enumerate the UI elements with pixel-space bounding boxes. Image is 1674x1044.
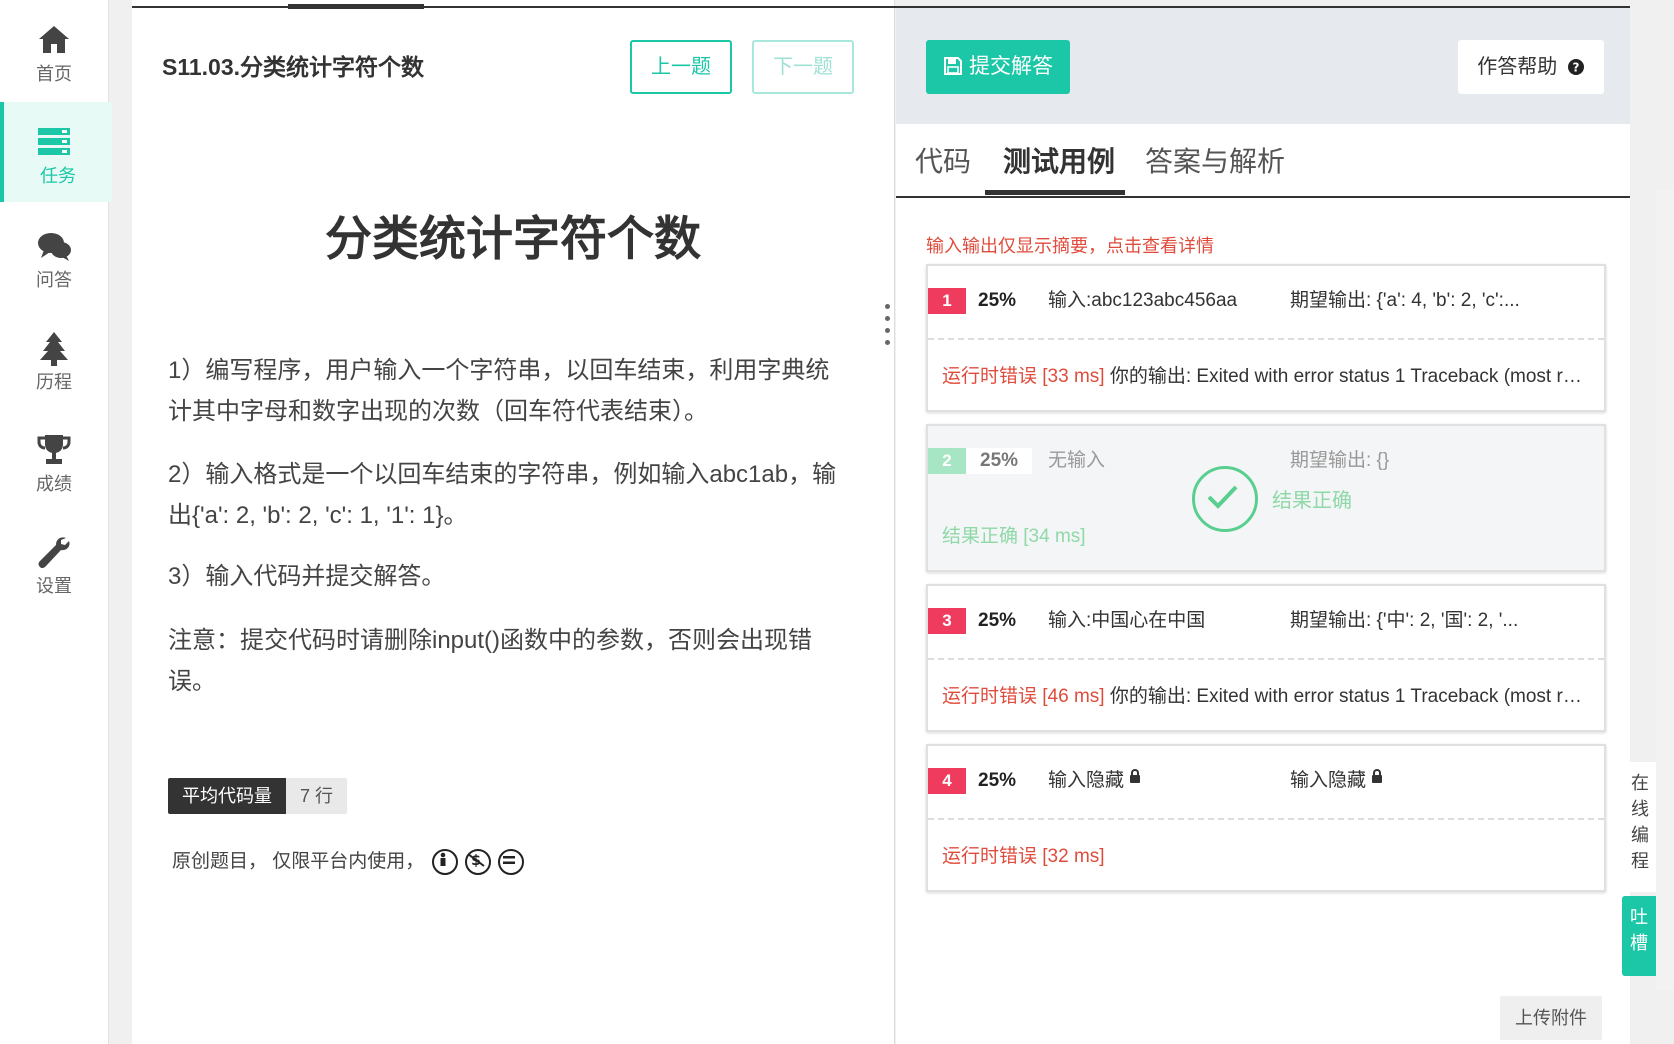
case-number: 4 [928,768,966,794]
question-circle-icon: ? [1567,59,1584,75]
nav-item-tasks[interactable]: 任务 [0,102,112,202]
case-weight: 25% [978,290,1017,311]
case-status: 运行时错误 [32 ms] [942,846,1105,867]
svg-text:?: ? [1572,61,1579,75]
nav-item-settings[interactable]: 设置 [0,512,108,612]
trophy-icon [37,435,71,464]
splitter-dot[interactable] [885,328,890,333]
submit-label: 提交解答 [969,55,1053,78]
case-divider [928,658,1604,660]
case-expected-hidden: 输入隐藏 [1290,768,1590,794]
nav-label: 历程 [36,372,72,392]
case-number: 3 [928,608,966,634]
nav-item-qa[interactable]: 问答 [0,206,108,306]
case-divider [928,818,1604,820]
case-result: 运行时错误 [33 ms] 你的输出: Exited with error st… [942,364,1588,390]
case-number: 1 [928,288,966,314]
online-coding-button[interactable]: 在线编程 [1624,762,1656,892]
problem-heading: 分类统计字符个数 [325,212,701,265]
problem-paragraph: 注意：提交代码时请删除input()函数中的参数，否则会出现错误。 [168,627,813,695]
nav-item-history[interactable]: 历程 [0,308,108,408]
save-icon [944,57,962,75]
cc-by-icon [431,848,458,875]
case-input: 无输入 [1048,450,1106,471]
lock-icon [1372,768,1383,783]
help-label: 作答帮助 [1477,56,1558,78]
test-case-card[interactable]: 1 25% 输入:abc123abc456aa 期望输出: {'a': 4, '… [926,264,1606,412]
splitter-dot[interactable] [885,316,890,321]
tree-icon [40,332,68,366]
case-input: 输入:abc123abc456aa [1048,290,1238,311]
feedback-button[interactable]: 吐槽 [1622,896,1656,976]
chat-icon [38,233,71,261]
case-weight: 25% [978,610,1017,631]
license-line: 原创题目， 仅限平台内使用， $ [172,846,525,875]
problem-paragraph: 3）输入代码并提交解答。 [168,563,446,590]
tasks-icon [38,128,70,155]
case-status: 运行时错误 [46 ms] [942,686,1105,707]
online-coding-label: 在线编程 [1631,773,1649,871]
tab-code[interactable]: 代码 [915,138,971,194]
nav-item-scores[interactable]: 成绩 [0,410,108,510]
answer-help-button[interactable]: 作答帮助 ? [1458,40,1604,94]
next-problem-button[interactable]: 下一题 [752,40,854,94]
case-ok-label: 结果正确 [1272,490,1352,512]
case-expected: 期望输出: {'a': 4, 'b': 2, 'c':... [1290,290,1520,311]
side-nav: 首页 任务 问答 历程 成绩 设置 [0,0,112,1044]
case-number: 2 [928,448,966,474]
cc-nd-icon [498,848,525,875]
active-tab-indicator [985,190,1125,195]
scrollbar[interactable] [1656,190,1674,990]
case-result: 运行时错误 [32 ms] [942,844,1588,870]
avg-code-label: 平均代码量 [168,778,286,814]
prev-problem-button[interactable]: 上一题 [630,40,732,94]
nav-label: 首页 [36,64,72,84]
test-summary-notice[interactable]: 输入输出仅显示摘要，点击查看详情 [926,232,1214,258]
check-circle-icon [1192,466,1258,532]
tab-test-cases[interactable]: 测试用例 [1003,138,1115,194]
case-divider [928,338,1604,340]
lock-icon [1130,768,1141,783]
nav-label: 成绩 [36,474,72,494]
case-weight: 25% [978,770,1017,791]
case-weight: 25% [966,448,1033,474]
cc-nc-icon: $ [464,848,491,875]
nav-label: 设置 [36,576,72,596]
nav-item-home[interactable]: 首页 [0,0,108,100]
tabs-divider [896,196,1630,198]
avg-code-value: 7 行 [286,778,348,814]
case-expected: 期望输出: {'中': 2, '国': 2, '... [1290,610,1519,631]
wrench-icon [38,537,70,569]
test-case-card[interactable]: 4 25% 输入隐藏 输入隐藏 运行时错误 [32 ms] [926,744,1606,892]
splitter-dot[interactable] [885,304,890,309]
license-text: 原创题目， 仅限平台内使用， [172,851,425,872]
problem-paragraph: 2）输入格式是一个以回车结束的字符串，例如输入abc1ab，输出{'a': 2,… [168,461,837,529]
case-input: 输入:中国心在中国 [1048,610,1206,631]
top-tab-indicator [288,4,424,9]
home-icon [39,26,69,53]
splitter-dot[interactable] [885,340,890,345]
problem-title: S11.03.分类统计字符个数 [162,54,425,80]
tab-answer-analysis[interactable]: 答案与解析 [1145,138,1285,194]
case-expected: 期望输出: {} [1290,450,1390,471]
nav-label: 问答 [36,270,72,290]
test-case-card[interactable]: 2 25% 无输入 期望输出: {} 结果正确 [34 ms] 结果正确 [926,424,1606,572]
submit-answer-button[interactable]: 提交解答 [926,40,1070,94]
case-output: 你的输出: Exited with error status 1 Traceba… [1109,366,1588,387]
case-status: 运行时错误 [33 ms] [942,366,1105,387]
case-input-hidden: 输入隐藏 [1048,768,1141,794]
problem-paragraph: 1）编写程序，用户输入一个字符串，以回车结束，利用字典统计其中字母和数字出现的次… [168,357,830,425]
case-result: 运行时错误 [46 ms] 你的输出: Exited with error st… [942,684,1588,710]
feedback-label: 吐槽 [1630,907,1648,953]
case-output: 你的输出: Exited with error status 1 Traceba… [1109,686,1588,707]
test-case-card[interactable]: 3 25% 输入:中国心在中国 期望输出: {'中': 2, '国': 2, '… [926,584,1606,732]
case-expected: 输入隐藏 [1290,770,1367,791]
upload-attachment-button[interactable]: 上传附件 [1500,996,1602,1040]
case-input: 输入隐藏 [1048,770,1125,791]
nav-label: 任务 [40,166,76,186]
case-status: 结果正确 [34 ms] [942,526,1086,547]
